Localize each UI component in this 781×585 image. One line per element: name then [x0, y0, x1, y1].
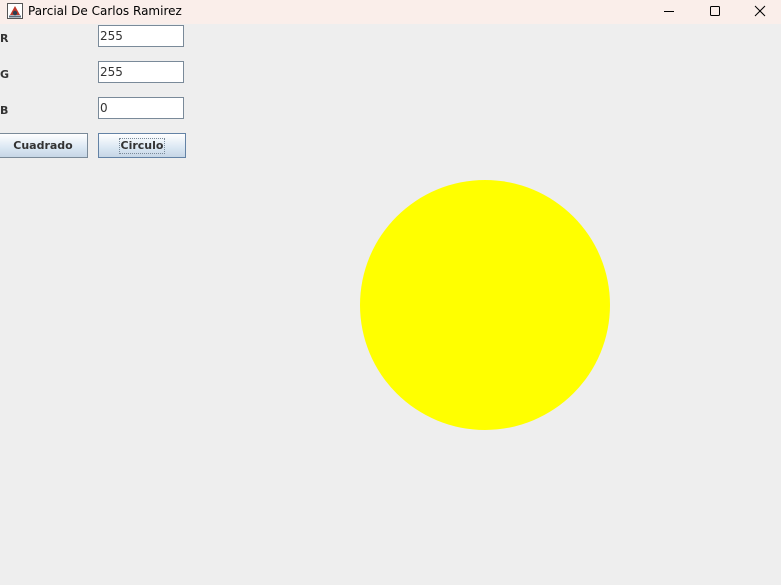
java-app-icon — [7, 3, 23, 19]
content-pane: R G B Cuadrado Circulo — [0, 24, 781, 585]
app-window: Parcial De Carlos Ramirez R G B — [0, 0, 781, 585]
title-bar[interactable]: Parcial De Carlos Ramirez — [0, 0, 781, 24]
square-button[interactable]: Cuadrado — [0, 133, 88, 158]
maximize-button[interactable] — [692, 0, 738, 22]
r-label: R — [0, 32, 9, 45]
g-label: G — [0, 68, 10, 81]
minimize-button[interactable] — [646, 0, 692, 22]
maximize-icon — [710, 6, 720, 16]
square-button-label: Cuadrado — [13, 139, 73, 152]
yellow-circle-shape — [360, 180, 610, 430]
b-label: B — [0, 104, 9, 117]
minimize-icon — [664, 11, 674, 12]
close-button[interactable] — [737, 0, 781, 22]
g-value-field[interactable] — [98, 61, 184, 83]
circle-button[interactable]: Circulo — [98, 133, 186, 158]
close-icon — [754, 5, 766, 17]
r-value-field[interactable] — [98, 25, 184, 47]
circle-button-label: Circulo — [118, 137, 166, 154]
b-value-field[interactable] — [98, 97, 184, 119]
window-title: Parcial De Carlos Ramirez — [28, 4, 182, 18]
